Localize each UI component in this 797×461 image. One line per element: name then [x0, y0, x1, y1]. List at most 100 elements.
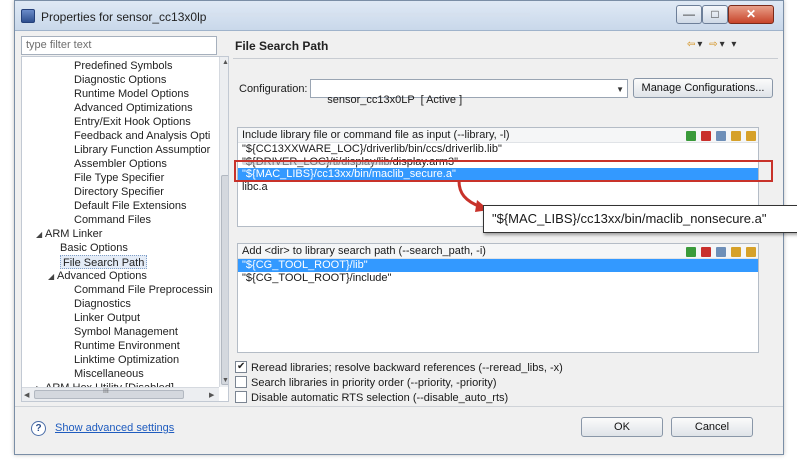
move-down-icon[interactable] [746, 247, 756, 258]
tree-expander-icon[interactable]: ◢ [48, 270, 57, 284]
back-arrow-icon[interactable]: ⇦ [687, 39, 697, 50]
tree-item[interactable]: Default File Extensions [74, 199, 187, 213]
tree-item-label: Command Files [74, 214, 152, 226]
tree-item-label: Feedback and Analysis Opti [74, 130, 211, 142]
tree-item[interactable]: Runtime Model Options [74, 87, 189, 101]
search-path-item[interactable]: "${CG_TOOL_ROOT}/include" [238, 272, 758, 285]
page-title: File Search Path [235, 39, 329, 53]
title-bar: Properties for sensor_cc13x0lp — □ ✕ [15, 1, 783, 31]
reread-label: Reread libraries; resolve backward refer… [251, 362, 563, 374]
move-up-icon[interactable] [730, 247, 741, 258]
library-list-toolbar [684, 129, 756, 142]
disable-rts-checkbox[interactable] [235, 391, 247, 403]
tree-item-label: ARM Linker [45, 228, 103, 240]
tree-item-label: Advanced Optimizations [74, 102, 193, 114]
tree-item[interactable]: Feedback and Analysis Opti [74, 129, 210, 143]
tree-expander-icon[interactable]: ◢ [36, 228, 45, 242]
menu-icon[interactable]: ▾ [731, 39, 738, 50]
tree-item[interactable]: Miscellaneous [74, 367, 144, 381]
tree-item[interactable]: File Type Specifier [74, 171, 164, 185]
minimize-button[interactable]: — [676, 5, 702, 24]
tree-item-label: Runtime Environment [74, 340, 180, 352]
tree-item[interactable]: Library Function Assumptior [74, 143, 210, 157]
move-up-icon[interactable] [730, 131, 741, 142]
tree-scroll-thumb[interactable] [221, 175, 228, 385]
footer-divider [15, 406, 783, 407]
reread-checkbox[interactable] [235, 360, 247, 374]
ok-button[interactable]: OK [581, 417, 663, 437]
property-tree: Predefined Symbols Diagnostic Options Runt… [21, 56, 229, 402]
tree-item[interactable]: Basic Options [60, 241, 128, 255]
tree-item-label: Runtime Model Options [74, 88, 189, 100]
tree-horizontal-scrollbar[interactable]: ◀ III ▶ [22, 387, 219, 401]
tree-item-selected[interactable]: File Search Path [60, 255, 148, 269]
tree-item[interactable]: Linktime Optimization [74, 353, 179, 367]
help-icon[interactable]: ? [31, 421, 46, 436]
forward-arrow-icon[interactable]: ⇨ [709, 39, 719, 50]
tree-item-label: Assembler Options [74, 158, 167, 170]
tree-item-label: Symbol Management [74, 326, 178, 338]
option-priority-order[interactable]: Search libraries in priority order (--pr… [235, 376, 497, 390]
scroll-down-icon[interactable]: ▼ [222, 377, 228, 384]
tree-vertical-scrollbar[interactable]: ▲ ▼ [219, 57, 228, 387]
delete-icon[interactable] [700, 247, 711, 258]
tree-item[interactable]: Diagnostics [74, 297, 131, 311]
add-icon[interactable] [685, 131, 696, 142]
priority-checkbox[interactable] [235, 376, 247, 388]
tree-item[interactable]: Assembler Options [74, 157, 167, 171]
scroll-up-icon[interactable]: ▲ [222, 59, 228, 66]
replacement-callout: "${MAC_LIBS}/cc13xx/bin/maclib_nonsecure… [483, 205, 797, 233]
search-path-item-selected[interactable]: "${CG_TOOL_ROOT}/lib" [238, 259, 758, 272]
scroll-right-icon[interactable]: ▶ [209, 391, 214, 399]
tree-item[interactable]: Advanced Optimizations [74, 101, 193, 115]
hscroll-grip: III [103, 388, 109, 395]
filter-input[interactable]: type filter text [21, 36, 217, 55]
disable-rts-label: Disable automatic RTS selection (--disab… [251, 392, 509, 404]
manage-configurations-button[interactable]: Manage Configurations... [633, 78, 773, 98]
tree-item-label: File Type Specifier [74, 172, 165, 184]
tree-item[interactable]: Command Files [74, 213, 151, 227]
move-down-icon[interactable] [746, 131, 756, 142]
edit-icon[interactable] [715, 131, 726, 142]
tree-item-label: Entry/Exit Hook Options [74, 116, 191, 128]
close-button[interactable]: ✕ [728, 5, 774, 24]
library-list-header: Include library file or command file as … [238, 128, 758, 143]
edit-icon[interactable] [715, 247, 726, 258]
title-bar-blur [210, 13, 530, 17]
tree-item[interactable]: Predefined Symbols [74, 59, 172, 73]
library-item[interactable]: "${CC13XXWARE_LOC}/driverlib/bin/ccs/dri… [238, 143, 758, 156]
tree-item-label: Linktime Optimization [74, 354, 180, 366]
chevron-down-icon: ▼ [616, 85, 624, 94]
configuration-value: sensor_cc13x0LP [ Active ] [327, 94, 463, 106]
forward-dropdown-icon[interactable]: ▾ [720, 39, 727, 50]
configuration-select[interactable]: sensor_cc13x0LP [ Active ] ▼ [310, 79, 628, 106]
tree-item[interactable]: Directory Specifier [74, 185, 164, 199]
tree-item-label: Library Function Assumptior [74, 144, 211, 156]
add-icon[interactable] [685, 247, 696, 258]
tree-item-label: Command File Preprocessin [74, 284, 213, 296]
page-title-divider [233, 58, 778, 59]
tree-item[interactable]: Symbol Management [74, 325, 178, 339]
cancel-button[interactable]: Cancel [671, 417, 753, 437]
search-path-list: Add <dir> to library search path (--sear… [237, 243, 759, 353]
tree-item[interactable]: Runtime Environment [74, 339, 180, 353]
scroll-left-icon[interactable]: ◀ [24, 391, 29, 399]
option-disable-auto-rts[interactable]: Disable automatic RTS selection (--disab… [235, 391, 508, 405]
tree-hscroll-thumb[interactable]: III [34, 388, 184, 399]
tree-item[interactable]: Linker Output [74, 311, 140, 325]
tree-item[interactable]: ◢ Advanced Options [48, 269, 147, 283]
tree-item[interactable]: ◢ ARM Linker [36, 227, 102, 241]
tree-item-label: Default File Extensions [74, 200, 187, 212]
show-advanced-settings-link[interactable]: Show advanced settings [55, 422, 174, 434]
library-list-title: Include library file or command file as … [242, 129, 510, 141]
back-dropdown-icon[interactable]: ▾ [697, 39, 704, 50]
search-path-header: Add <dir> to library search path (--sear… [238, 244, 758, 259]
window-title: Properties for sensor_cc13x0lp [41, 10, 207, 24]
delete-icon[interactable] [700, 131, 711, 142]
library-item[interactable]: libc.a [238, 181, 758, 194]
option-reread-libraries[interactable]: Reread libraries; resolve backward refer… [235, 360, 563, 375]
maximize-button[interactable]: □ [702, 5, 728, 24]
tree-item[interactable]: Diagnostic Options [74, 73, 166, 87]
tree-item[interactable]: Entry/Exit Hook Options [74, 115, 191, 129]
tree-item[interactable]: Command File Preprocessin [74, 283, 213, 297]
